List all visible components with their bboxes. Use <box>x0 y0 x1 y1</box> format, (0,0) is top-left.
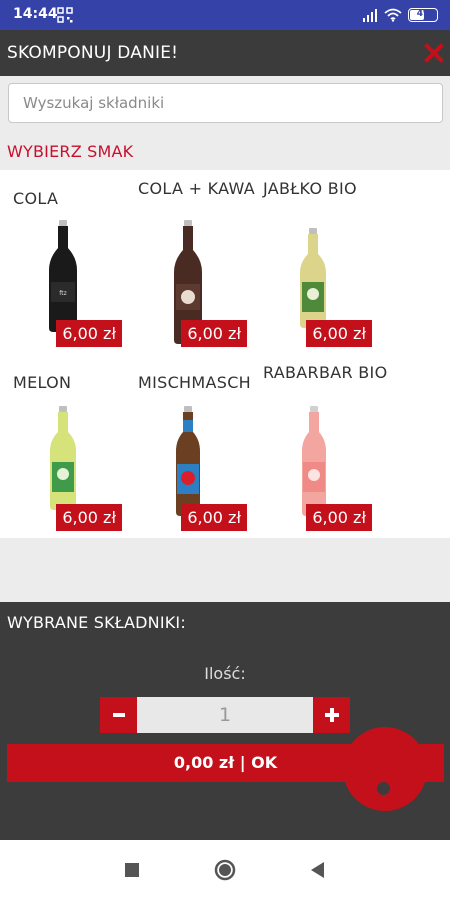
home-icon[interactable] <box>213 858 237 882</box>
quantity-input[interactable]: 1 <box>137 697 313 733</box>
status-icons: 49 <box>362 7 438 23</box>
product-name: RABARBAR BIO <box>263 363 388 382</box>
mischmasch-bottle-icon <box>176 406 200 516</box>
plus-icon <box>324 708 339 722</box>
svg-text:ftz: ftz <box>59 290 67 297</box>
signal-icon <box>363 9 377 22</box>
qr-code-icon <box>57 7 73 23</box>
apple-bottle-icon <box>300 228 326 328</box>
price-tag: 6,00 zł <box>56 504 122 531</box>
decrease-button[interactable] <box>100 697 137 733</box>
product-card-melon[interactable]: MELON 6,00 zł <box>0 354 125 538</box>
page-title: SKOMPONUJ DANIE! <box>7 43 179 63</box>
selected-title: WYBRANE SKŁADNIKI: <box>7 613 186 632</box>
product-name: COLA <box>13 189 59 208</box>
close-icon[interactable] <box>422 41 446 65</box>
section-title: WYBIERZ SMAK <box>7 142 134 161</box>
price-tag: 6,00 zł <box>181 504 247 531</box>
decorative-dot <box>377 782 390 795</box>
increase-button[interactable] <box>313 697 350 733</box>
price-tag: 6,00 zł <box>306 320 372 347</box>
price-tag: 6,00 zł <box>306 504 372 531</box>
product-card-jablko-bio[interactable]: JABŁKO BIO 6,00 zł <box>250 170 375 354</box>
status-bar: 14:44 49 <box>0 0 450 30</box>
product-name: JABŁKO BIO <box>263 179 357 198</box>
wifi-icon <box>384 8 402 22</box>
product-card-rabarbar-bio[interactable]: RABARBAR BIO 6,00 zł <box>250 354 387 538</box>
product-grid: COLA ftz 6,00 zł COLA + KAWA 6,00 zł JAB… <box>0 170 450 538</box>
melon-bottle-icon <box>50 406 76 510</box>
rhubarb-bottle-icon <box>302 406 326 516</box>
quantity-label: Ilość: <box>204 664 246 683</box>
product-card-cola[interactable]: COLA ftz 6,00 zł <box>0 170 125 354</box>
status-time: 14:44 <box>13 6 58 22</box>
battery-level: 49 <box>416 9 430 19</box>
battery-icon: 49 <box>408 8 438 22</box>
product-name: COLA + KAWA <box>138 179 256 198</box>
product-card-cola-kawa[interactable]: COLA + KAWA 6,00 zł <box>125 170 255 354</box>
app-header: SKOMPONUJ DANIE! <box>0 30 450 76</box>
ok-button[interactable]: 0,00 zł | OK <box>7 744 444 782</box>
search-bar <box>0 76 450 132</box>
search-input[interactable] <box>8 83 443 123</box>
recents-icon[interactable] <box>120 858 144 882</box>
selected-panel: WYBRANE SKŁADNIKI: Ilość: 1 0,00 zł | OK <box>0 602 450 840</box>
navigation-bar <box>0 840 450 900</box>
product-card-mischmasch[interactable]: MISCHMASCH 6,00 zł <box>125 354 251 538</box>
quantity-stepper: 1 <box>100 697 350 733</box>
grid-spacer <box>0 538 450 602</box>
cola-bottle-icon: ftz <box>49 220 77 332</box>
price-tag: 6,00 zł <box>56 320 122 347</box>
price-tag: 6,00 zł <box>181 320 247 347</box>
minus-icon <box>112 713 125 717</box>
product-name: MELON <box>13 373 72 392</box>
product-name: MISCHMASCH <box>138 373 251 392</box>
back-icon[interactable] <box>306 858 330 882</box>
